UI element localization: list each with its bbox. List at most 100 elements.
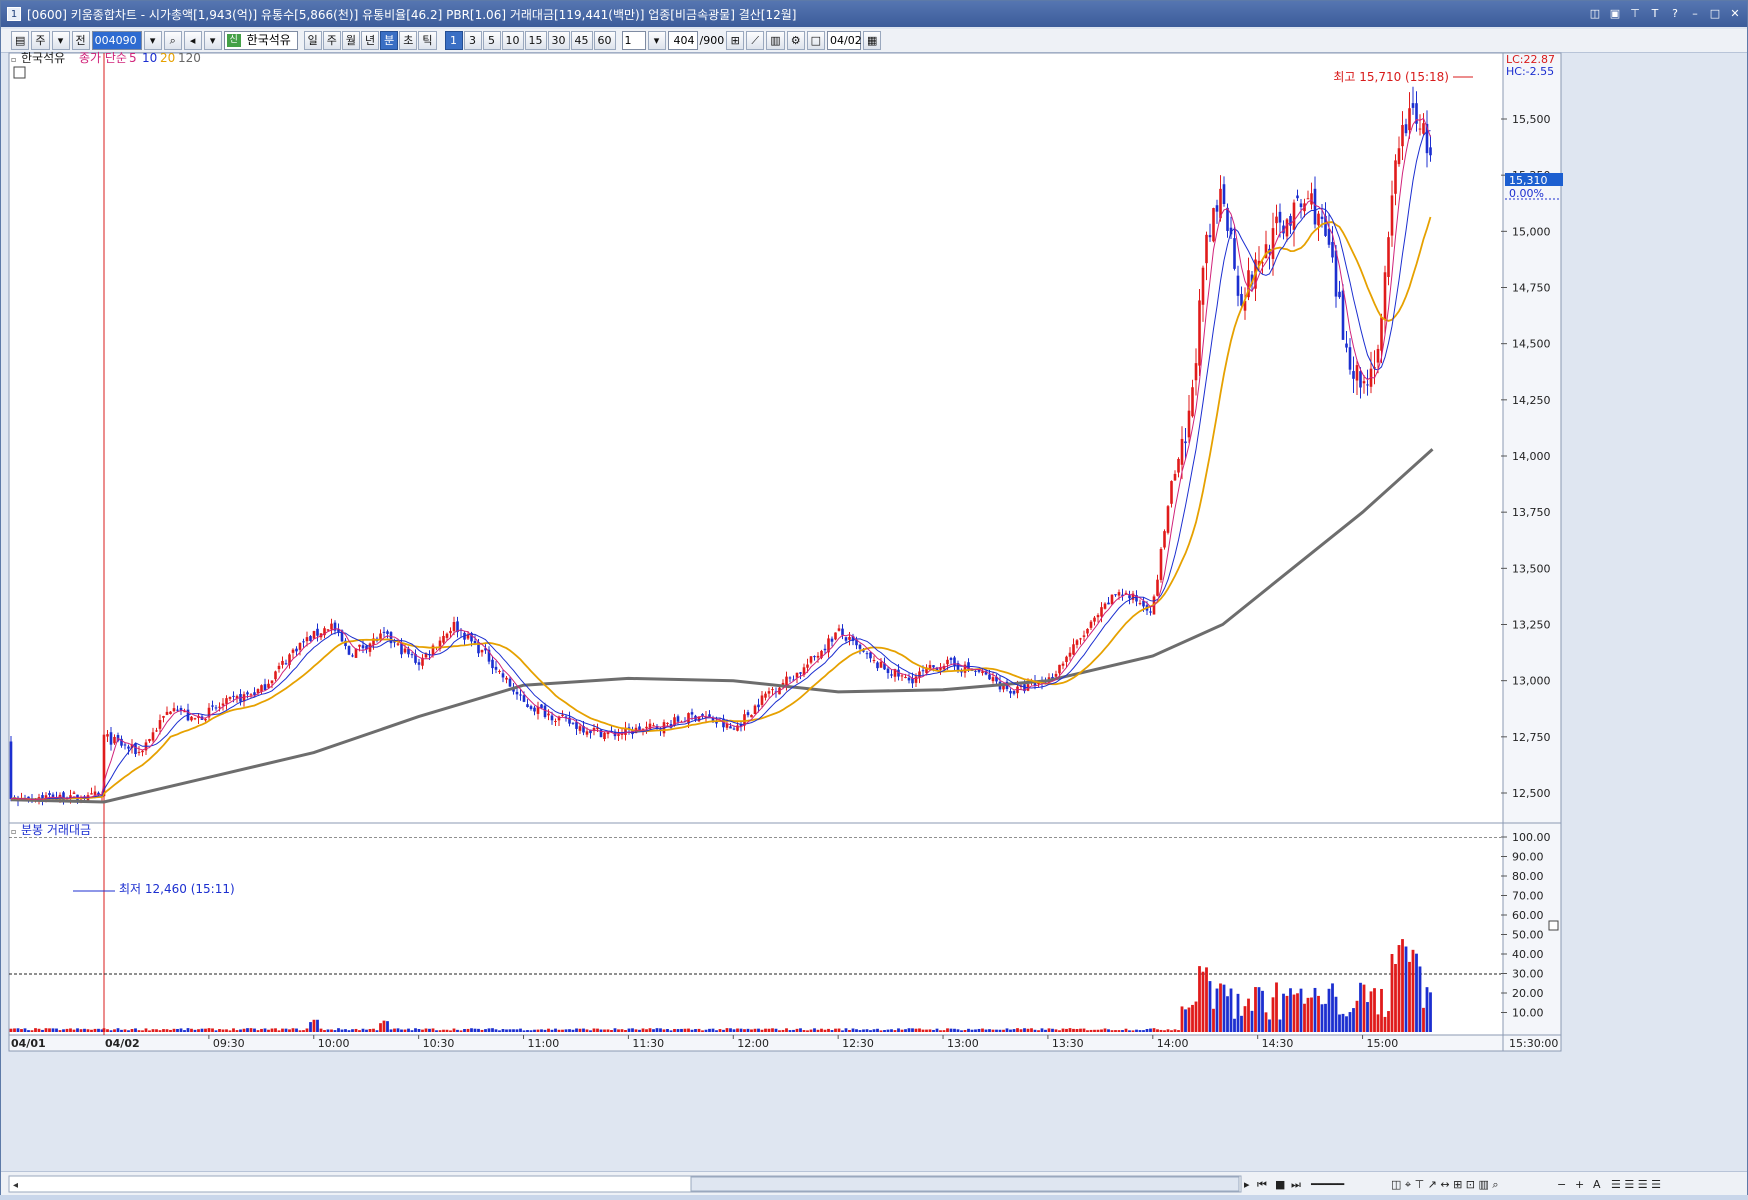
price-tick-label: 13,500: [1512, 562, 1551, 575]
layout-list-icon[interactable]: ☰ ☰ ☰ ☰: [1611, 1178, 1661, 1191]
candle-body: [988, 674, 991, 680]
volume-bar: [851, 1028, 855, 1032]
volume-bar: [1348, 1012, 1352, 1032]
candle-body: [904, 677, 907, 679]
time-tick-label: 14:00: [1157, 1037, 1189, 1050]
volume-bar: [41, 1029, 44, 1032]
volume-bar: [309, 1022, 312, 1032]
volume-bar: [1212, 1008, 1215, 1032]
candle-body: [358, 644, 361, 647]
candle-body: [389, 632, 393, 644]
volume-bar: [473, 1028, 477, 1032]
candle-body: [795, 672, 799, 678]
candle-body: [298, 642, 302, 650]
candle-body: [1012, 690, 1016, 694]
candle-body: [309, 636, 312, 641]
scroll-left-icon[interactable]: ◂: [13, 1180, 18, 1191]
volume-bar: [701, 1030, 704, 1032]
candle-body: [1166, 506, 1170, 533]
volume-bar: [1051, 1028, 1054, 1032]
volume-bar: [44, 1028, 48, 1032]
volume-bar: [421, 1029, 424, 1032]
font-size-icon[interactable]: A: [1593, 1178, 1601, 1191]
scroll-bar[interactable]: ◂ ▸ ⏮ ■ ⏭ ━━━━━ ◫ ⌖ ⊤ ↗ ↔ ⊞ ⊡ ▥ ⌕ − + A …: [1, 1171, 1747, 1195]
volume-bar: [795, 1028, 799, 1032]
zoom-in-icon[interactable]: +: [1575, 1178, 1584, 1191]
price-tick-label: 15,500: [1512, 113, 1551, 126]
high-annotation: 최고 15,710 (15:18): [1333, 70, 1449, 84]
volume-bar: [246, 1028, 249, 1032]
volume-close-icon[interactable]: [1548, 920, 1559, 931]
stop-icon[interactable]: ■: [1275, 1178, 1285, 1191]
volume-bar: [1047, 1028, 1051, 1032]
candle-body: [281, 660, 284, 665]
volume-bar: [312, 1019, 316, 1032]
volume-bar: [249, 1028, 253, 1032]
volume-bar: [554, 1028, 557, 1032]
zoom-out-icon[interactable]: −: [1557, 1178, 1566, 1191]
volume-bar: [918, 1028, 921, 1032]
volume-bar: [515, 1029, 519, 1032]
candle-body: [106, 734, 109, 737]
volume-bar: [603, 1029, 606, 1032]
volume-bar: [16, 1028, 20, 1032]
candle-body: [148, 739, 151, 742]
volume-bar: [1359, 982, 1362, 1032]
volume-bar: [529, 1030, 533, 1032]
volume-bar: [487, 1028, 491, 1032]
volume-bar: [1236, 993, 1240, 1032]
volume-bar: [1425, 987, 1429, 1032]
volume-bar: [967, 1028, 970, 1032]
volume-bar: [386, 1021, 389, 1032]
volume-bar: [1170, 1030, 1173, 1032]
volume-bar: [435, 1030, 438, 1032]
candle-body: [522, 695, 526, 702]
volume-bar: [771, 1028, 774, 1032]
volume-bar: [204, 1028, 207, 1032]
volume-bar: [1191, 1004, 1194, 1032]
scroll-right-icon[interactable]: ▸: [1244, 1178, 1250, 1191]
volume-bar: [1254, 987, 1257, 1032]
zoom-slider[interactable]: ━━━━━: [1310, 1178, 1344, 1191]
volume-bar: [155, 1029, 158, 1032]
volume-bar: [1310, 997, 1313, 1032]
volume-bar: [725, 1028, 729, 1032]
volume-bar: [1205, 967, 1208, 1032]
chart-canvas[interactable]: 15,50015,25015,00014,75014,50014,25014,0…: [1, 1, 1748, 1196]
candle-body: [837, 628, 841, 631]
candle-body: [606, 732, 610, 735]
last-icon[interactable]: ⏭: [1291, 1178, 1301, 1191]
volume-bar: [914, 1028, 918, 1032]
candle-body: [72, 792, 76, 794]
time-tick-label: 11:30: [632, 1037, 664, 1050]
volume-bar: [190, 1028, 193, 1032]
candle-body: [1352, 371, 1355, 379]
price-tick-label: 13,000: [1512, 675, 1551, 688]
candle-body: [127, 746, 130, 749]
volume-bar: [872, 1029, 876, 1032]
scroll-thumb[interactable]: [690, 1176, 1240, 1192]
volume-bar: [1093, 1029, 1096, 1032]
volume-bar: [1131, 1030, 1135, 1032]
volume-bar: [869, 1030, 872, 1032]
candle-body: [890, 674, 893, 676]
volume-bar: [624, 1029, 627, 1032]
volume-bar: [361, 1028, 365, 1032]
candle-body: [834, 632, 837, 640]
volume-bar: [239, 1029, 242, 1032]
volume-bar: [1418, 966, 1422, 1032]
candle-body: [1341, 290, 1345, 340]
tools-icon[interactable]: ◫ ⌖ ⊤ ↗ ↔ ⊞ ⊡ ▥ ⌕: [1391, 1178, 1499, 1191]
candle-body: [1404, 124, 1408, 134]
table-toggle-icon[interactable]: [13, 66, 26, 79]
volume-bar: [137, 1030, 141, 1032]
volume-bar: [711, 1028, 715, 1032]
volume-bar: [1422, 1007, 1425, 1032]
volume-bar: [519, 1028, 522, 1032]
candle-body: [1187, 410, 1191, 438]
legend-ma20: 20: [160, 51, 175, 65]
volume-bar: [76, 1028, 79, 1032]
volume-bar: [781, 1029, 785, 1032]
volume-bar: [823, 1029, 827, 1032]
first-icon[interactable]: ⏮: [1257, 1178, 1267, 1191]
